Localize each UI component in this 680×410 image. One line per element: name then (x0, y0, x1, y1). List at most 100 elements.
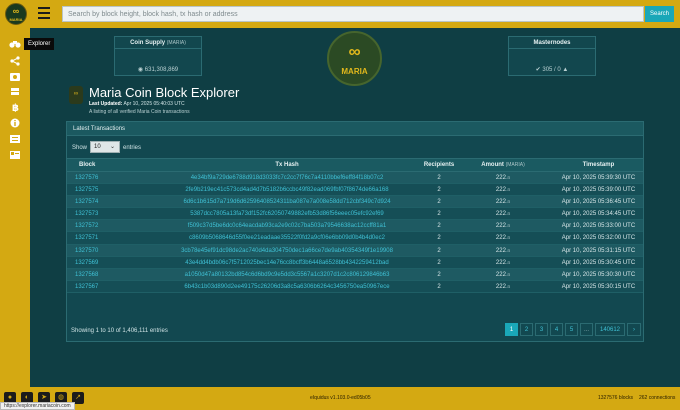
block-link[interactable]: 1327573 (75, 208, 98, 220)
tx-hash-link[interactable]: 4e34bf9a729de6788d918d3033fc7c2cc7f76c7a… (152, 172, 422, 184)
amount-cell: 222.a (495, 175, 511, 181)
page-subtitle: A listing of all verified Maria Coin tra… (89, 109, 190, 115)
timestamp-cell: Apr 10, 2025 05:33:00 UTC (561, 223, 636, 230)
connection-count: 262 connections (639, 395, 676, 401)
logo-symbol: ∞ (12, 6, 20, 16)
page-title: Maria Coin Block Explorer (89, 85, 240, 100)
amount-cell: 222.a (495, 211, 511, 218)
block-count: 1327576 blocks (598, 395, 634, 401)
movement-icon[interactable] (9, 72, 21, 82)
block-link[interactable]: 1327567 (75, 281, 98, 293)
search-input[interactable]: Search by block height, block hash, tx h… (62, 6, 644, 22)
amount-cell: 222.a (495, 259, 511, 266)
table-row: 1327572 f509c37d5be6dc0c64eacdab93ca2e9c… (67, 220, 643, 233)
timestamp-cell: Apr 10, 2025 05:39:30 UTC (561, 175, 636, 181)
block-link[interactable]: 1327571 (75, 232, 98, 244)
tx-hash-link[interactable]: f509c37d5be6dc0c64eacdab93ca2e9c02c7ba50… (152, 220, 422, 232)
block-link[interactable]: 1327569 (75, 257, 98, 269)
tx-hash-link[interactable]: a1050d47a80132bd854c6d6bd9c9e5dd3c5567a1… (152, 269, 422, 281)
top-bar: ∞ MARIA Search by block height, block ha… (0, 0, 680, 28)
check-circle-icon: ✔ (535, 67, 541, 73)
entries-select[interactable]: 10 ⌄ (90, 141, 120, 153)
masternodes-card: Masternodes ✔ 305 / 0 ▲ (508, 36, 596, 76)
block-link[interactable]: 1327568 (75, 269, 98, 281)
page-button-last[interactable]: 140612 (595, 323, 625, 336)
info-icon[interactable] (9, 118, 21, 128)
recipients-cell: 2 (437, 211, 441, 218)
latest-transactions-panel: Latest Transactions Show 10 ⌄ entries Bl… (66, 121, 644, 342)
entries-label: entries (123, 145, 142, 151)
panel-title: Latest Transactions (67, 122, 643, 136)
recipients-cell: 2 (437, 247, 441, 254)
logo-name: MARIA (9, 17, 23, 22)
block-link[interactable]: 1327576 (75, 172, 98, 184)
maria-coin-logo: ∞ MARIA (327, 31, 382, 86)
bitcoin-markets-icon[interactable]: ฿ (9, 102, 21, 112)
recipients-cell: 2 (437, 259, 441, 266)
footer: ● ◐ ➤ ◍ ↗ eIquidus v1.103.0-ed05b05 1327… (0, 387, 680, 410)
col-amount[interactable]: Amount (MARIA) (462, 159, 544, 172)
page-button-1[interactable]: 1 (505, 323, 518, 336)
table-row: 1327570 3cb78e45ef91dc98de2ac740d4da3047… (67, 244, 643, 257)
page-button-4[interactable]: 4 (550, 323, 563, 336)
block-link[interactable]: 1327574 (75, 196, 98, 208)
page-next-button[interactable]: › (627, 323, 641, 336)
page-button-5[interactable]: 5 (565, 323, 578, 336)
page-button-2[interactable]: 2 (520, 323, 533, 336)
maria-logo[interactable]: ∞ MARIA (5, 3, 27, 25)
tx-hash-link[interactable]: 6b43c1b03d890d2ee49175c26206d3a8c5a6306b… (152, 281, 422, 293)
timestamp-cell: Apr 10, 2025 05:36:45 UTC (561, 199, 636, 206)
masternodes-value: 305 / 0 (542, 67, 561, 73)
amount-cell: 222.a (495, 271, 511, 278)
svg-text:฿: ฿ (12, 103, 19, 112)
table-row: 1327571 c8609b5068646d55f0ee21eadaae3552… (67, 232, 643, 245)
amount-cell: 222.a (495, 223, 511, 230)
search-button[interactable]: Search (645, 6, 674, 22)
col-timestamp[interactable]: Timestamp (557, 159, 640, 172)
richlist-icon[interactable] (9, 134, 21, 144)
transactions-table-body: 1327576 4e34bf9a729de6788d918d3033fc7c2c… (67, 172, 643, 293)
masternode-icon[interactable] (9, 87, 21, 97)
timestamp-cell: Apr 10, 2025 05:31:15 UTC (561, 247, 636, 254)
col-recipients[interactable]: Recipients (419, 159, 459, 172)
col-tx-hash[interactable]: Tx Hash (152, 159, 422, 172)
tx-hash-link[interactable]: 2fe9b219ec41c573cd4ad4d7b5182b6ccbc49f82… (152, 184, 422, 196)
page-ellipsis: ... (580, 323, 593, 336)
block-link[interactable]: 1327570 (75, 245, 98, 257)
table-row: 1327575 2fe9b219ec41c573cd4ad4d7b5182b6c… (67, 184, 643, 197)
block-link[interactable]: 1327575 (75, 184, 98, 196)
sidebar: ฿ (0, 28, 30, 387)
masternodes-title: Masternodes (509, 39, 595, 49)
tx-hash-link[interactable]: 5387dcc7805a13fa73df152fc62050749882efb5… (152, 208, 422, 220)
table-row: 1327567 6b43c1b03d890d2ee49175c26206d3a8… (67, 280, 643, 293)
tx-hash-link[interactable]: 3cb78e45ef91dc98de2ac740d4da304750dec1a6… (152, 245, 422, 257)
tx-hash-link[interactable]: 6d6c1b615d7a719d6d62596408524311ba087e7a… (152, 196, 422, 208)
coin-supply-value: 631,308,869 (144, 67, 179, 73)
api-icon[interactable] (9, 150, 21, 160)
table-header: Block Tx Hash Recipients Amount (MARIA) … (67, 158, 643, 172)
network-icon[interactable] (9, 56, 21, 66)
recipients-cell: 2 (437, 223, 441, 230)
tx-hash-link[interactable]: c8609b5068646d55f0ee21eadaae35522f0fd2a9… (152, 232, 422, 244)
explorer-icon[interactable] (9, 39, 21, 49)
browser-status-url: https://explorer.mariacoin.com (0, 402, 75, 410)
page-button-3[interactable]: 3 (535, 323, 548, 336)
show-label: Show (72, 145, 88, 151)
amount-cell: 222.a (495, 283, 511, 290)
table-row: 1327569 43e4dd4bdb06c7f5712025bec14e76cc… (67, 256, 643, 269)
recipients-cell: 2 (437, 283, 441, 290)
block-link[interactable]: 1327572 (75, 220, 98, 232)
amount-cell: 222.a (495, 187, 511, 194)
timestamp-cell: Apr 10, 2025 05:39:00 UTC (561, 187, 636, 194)
table-row: 1327576 4e34bf9a729de6788d918d3033fc7c2c… (67, 172, 643, 185)
explorer-version[interactable]: eIquidus v1.103.0-ed05b05 (310, 395, 371, 401)
last-updated: Last Updated: Apr 10, 2025 05:40:03 UTC (89, 101, 185, 107)
col-block[interactable]: Block (79, 159, 95, 172)
table-row: 1327574 6d6c1b615d7a719d6d62596408524311… (67, 196, 643, 209)
coin-supply-unit: (MARIA) (166, 40, 186, 46)
recipients-cell: 2 (437, 271, 441, 278)
timestamp-cell: Apr 10, 2025 05:30:45 UTC (561, 259, 636, 266)
coin-supply-title: Coin Supply (130, 40, 166, 46)
menu-toggle-icon[interactable] (38, 7, 50, 19)
tx-hash-link[interactable]: 43e4dd4bdb06c7f5712025bec14e76cc8bcff3b6… (152, 257, 422, 269)
